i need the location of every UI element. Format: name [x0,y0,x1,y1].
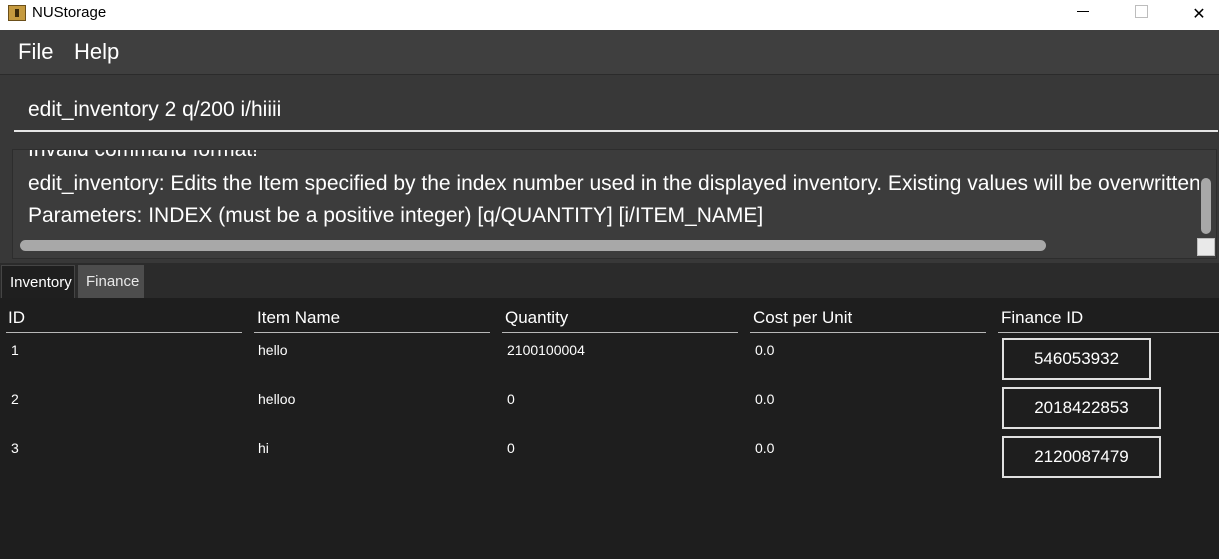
cell-cost: 0.0 [755,440,775,456]
cell-quantity: 0 [507,391,515,407]
menu-help[interactable]: Help [74,39,119,65]
finance-id-badge[interactable]: 546053932 [1002,338,1151,380]
result-line: Parameters: INDEX (must be a positive in… [28,204,764,227]
command-input[interactable] [14,90,1218,132]
cell-item-name: helloo [258,391,296,407]
finance-id-badge[interactable]: 2120087479 [1002,436,1161,478]
cell-item-name: hello [258,342,288,358]
menu-file[interactable]: File [18,39,53,65]
column-divider [998,332,1219,333]
result-line: Invalid command format! [28,149,258,161]
cell-cost: 0.0 [755,342,775,358]
scroll-corner [1197,238,1215,256]
cell-quantity: 0 [507,440,515,456]
column-header-finance-id[interactable]: Finance ID [1001,308,1083,328]
title-bar: NUStorage ✕ [0,0,1219,30]
minimize-button[interactable] [1060,0,1106,30]
menu-bar: File Help [0,30,1219,75]
result-display[interactable]: Invalid command format! edit_inventory: … [12,149,1217,259]
close-icon: ✕ [1192,6,1206,23]
cell-quantity: 2100100004 [507,342,585,358]
close-button[interactable]: ✕ [1176,0,1219,30]
maximize-button[interactable] [1117,0,1163,30]
column-divider [502,332,738,333]
vertical-scroll-thumb[interactable] [1201,178,1211,234]
tab-finance[interactable]: Finance [78,265,144,298]
inventory-table: ID Item Name Quantity Cost per Unit Fina… [0,298,1219,559]
column-divider [750,332,986,333]
window-title: NUStorage [32,4,107,21]
horizontal-scroll-thumb[interactable] [20,240,1046,251]
command-box [0,75,1219,145]
tab-inventory[interactable]: Inventory [1,265,75,298]
column-divider [254,332,490,333]
column-divider [6,332,242,333]
result-line: edit_inventory: Edits the Item specified… [28,172,1217,195]
cell-id: 1 [11,342,19,358]
column-header-cost-per-unit[interactable]: Cost per Unit [753,308,852,328]
column-header-id[interactable]: ID [8,308,25,328]
cell-item-name: hi [258,440,269,456]
result-panel: Invalid command format! edit_inventory: … [0,145,1219,263]
column-header-item-name[interactable]: Item Name [257,308,340,328]
cell-cost: 0.0 [755,391,775,407]
app-icon [8,5,26,21]
tab-bar: Inventory Finance [0,263,1219,298]
cell-id: 2 [11,391,19,407]
cell-id: 3 [11,440,19,456]
column-header-quantity[interactable]: Quantity [505,308,568,328]
finance-id-badge[interactable]: 2018422853 [1002,387,1161,429]
